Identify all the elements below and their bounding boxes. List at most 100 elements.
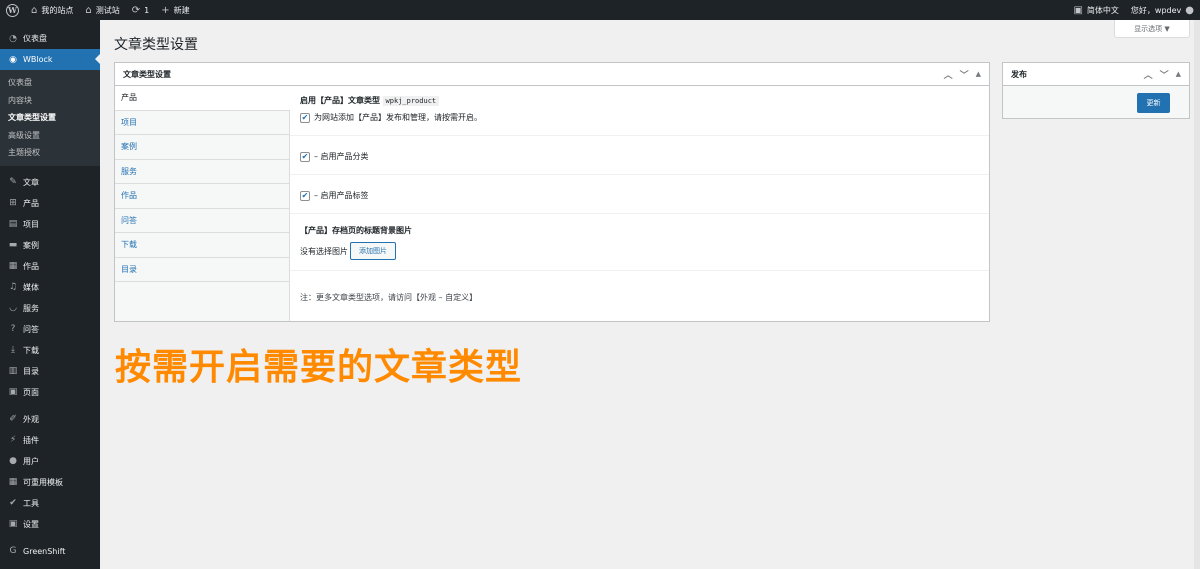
- note-row: 注：更多文章类型选项，请访问【外观 – 自定义】: [290, 271, 989, 321]
- overlay-caption: 按需开启需要的文章类型: [115, 347, 523, 388]
- post-type-tabs: 产品 项目 案例 服务 作品 问答 下载 目录: [115, 86, 290, 321]
- menu-cases[interactable]: ▬ 案例: [0, 235, 100, 256]
- tab-cases[interactable]: 案例: [115, 135, 289, 160]
- submenu-post-type-settings[interactable]: 文章类型设置: [0, 109, 100, 127]
- menu-appearance[interactable]: ✐ 外观: [0, 409, 100, 430]
- new-content-link[interactable]: + 新建: [155, 0, 195, 20]
- users-icon: ●: [9, 456, 17, 466]
- blocks-icon: ▦: [8, 477, 18, 487]
- menu-media[interactable]: ♫ 媒体: [0, 277, 100, 298]
- submenu-content-blocks[interactable]: 内容块: [0, 92, 100, 110]
- page-icon: ▣: [8, 387, 18, 397]
- media-icon: ♫: [8, 282, 18, 292]
- tab-directory[interactable]: 目录: [115, 258, 289, 282]
- enable-post-type-row: 启用【产品】文章类型 wpkj_product ✔ 为网站添加【产品】发布和管理…: [290, 86, 989, 136]
- question-icon: ?: [10, 324, 16, 334]
- tab-projects[interactable]: 项目: [115, 111, 289, 135]
- wblock-submenu: 仪表盘 内容块 文章类型设置 高级设置 主题授权: [0, 70, 100, 166]
- update-button[interactable]: 更新: [1137, 93, 1170, 113]
- brush-icon: ✐: [9, 414, 17, 424]
- submenu-dashboard[interactable]: 仪表盘: [0, 74, 100, 92]
- menu-greenshift[interactable]: G GreenShift: [0, 541, 100, 562]
- publish-box-header: 发布 ︿ ﹀ ▲: [1003, 63, 1189, 86]
- move-down-icon[interactable]: ﹀: [960, 68, 969, 81]
- menu-projects[interactable]: ▤ 项目: [0, 214, 100, 235]
- tab-faq[interactable]: 问答: [115, 209, 289, 233]
- menu-tools[interactable]: ✔ 工具: [0, 493, 100, 514]
- menu-works[interactable]: ▦ 作品: [0, 256, 100, 277]
- enable-post-type-checkbox-row[interactable]: ✔ 为网站添加【产品】发布和管理，请按需开启。: [300, 112, 482, 123]
- site-name-link[interactable]: ⌂ 我的站点: [25, 0, 79, 20]
- menu-posts[interactable]: ✎ 文章: [0, 172, 100, 193]
- wrench-icon: ✔: [9, 498, 17, 508]
- menu-faq[interactable]: ? 问答: [0, 319, 100, 340]
- main-content: 显示选项 ▼ 文章类型设置 文章类型设置 ︿ ﹀ ▲ 产品 项目 案例 服务 作…: [100, 20, 1200, 569]
- post-type-settings-box: 文章类型设置 ︿ ﹀ ▲ 产品 项目 案例 服务 作品 问答 下载 目录 启用【…: [114, 62, 990, 322]
- publish-toggle-icon[interactable]: ▲: [1176, 70, 1181, 78]
- tab-services[interactable]: 服务: [115, 160, 289, 184]
- menu-products[interactable]: ⊞ 产品: [0, 193, 100, 214]
- plus-icon: +: [161, 4, 170, 16]
- settings-box-header: 文章类型设置 ︿ ﹀ ▲: [115, 63, 989, 86]
- submenu-theme-license[interactable]: 主题授权: [0, 144, 100, 162]
- admin-sidebar: ◔ 仪表盘 ◉ WBlock 仪表盘 内容块 文章类型设置 高级设置 主题授权 ✎ 文…: [0, 20, 100, 569]
- toggle-panel-icon[interactable]: ▲: [976, 70, 981, 78]
- test-site-link[interactable]: ⌂ 测试站: [79, 0, 125, 20]
- home-icon: ⌂: [31, 4, 38, 16]
- enable-post-type-checkbox[interactable]: ✔: [300, 112, 310, 123]
- service-icon: ◡: [9, 303, 17, 313]
- publish-move-down-icon[interactable]: ﹀: [1160, 68, 1169, 81]
- menu-dashboard[interactable]: ◔ 仪表盘: [0, 28, 100, 49]
- greenshift-icon: G: [9, 546, 17, 556]
- wordpress-icon: W: [6, 3, 19, 17]
- screen-options-button[interactable]: 显示选项 ▼: [1114, 20, 1190, 38]
- publish-box: 发布 ︿ ﹀ ▲ 更新: [1002, 62, 1190, 119]
- download-icon: ⤓: [11, 345, 15, 355]
- publish-move-up-icon[interactable]: ︿: [1144, 68, 1153, 81]
- menu-wblock[interactable]: ◉ WBlock: [0, 49, 100, 70]
- add-image-button[interactable]: 添加图片: [350, 242, 396, 260]
- settings-icon: ▣: [8, 519, 18, 529]
- archive-bg-label: 【产品】存档页的标题背景图片: [300, 226, 412, 235]
- language-switcher[interactable]: ▣ 简体中文: [1067, 0, 1124, 20]
- menu-pages[interactable]: ▣ 页面: [0, 382, 100, 403]
- enable-category-checkbox-row[interactable]: ✔ – 启用产品分类: [300, 151, 369, 162]
- move-up-icon[interactable]: ︿: [944, 68, 953, 81]
- wblock-icon: ◉: [9, 54, 17, 65]
- admin-bar: W ⌂ 我的站点 ⌂ 测试站 ⟳ 1 + 新建 ▣ 简体中文 您好，wpdev ●: [0, 0, 1200, 20]
- page-scrollbar[interactable]: [1194, 20, 1200, 569]
- book-icon: ▥: [8, 366, 18, 376]
- menu-users[interactable]: ● 用户: [0, 451, 100, 472]
- submenu-advanced-settings[interactable]: 高级设置: [0, 127, 100, 145]
- settings-note: 注：更多文章类型选项，请访问【外观 – 自定义】: [300, 293, 478, 302]
- post-type-slug: wpkj_product: [382, 96, 440, 106]
- my-account[interactable]: 您好，wpdev ●: [1125, 0, 1200, 20]
- translate-icon: ▣: [1073, 4, 1083, 16]
- portfolio-icon: ▦: [8, 261, 18, 271]
- grid-icon: ⊞: [9, 198, 17, 208]
- pin-icon: ✎: [9, 177, 17, 187]
- enable-tag-checkbox[interactable]: ✔: [300, 190, 310, 201]
- tab-products[interactable]: 产品: [115, 86, 290, 111]
- no-image-text: 没有选择图片: [300, 246, 348, 256]
- enable-category-checkbox[interactable]: ✔: [300, 151, 310, 162]
- tab-downloads[interactable]: 下载: [115, 233, 289, 258]
- wp-logo-menu[interactable]: W: [0, 0, 25, 20]
- enable-tag-checkbox-row[interactable]: ✔ – 启用产品标签: [300, 190, 369, 201]
- menu-settings[interactable]: ▣ 设置: [0, 514, 100, 535]
- archive-bg-row: 【产品】存档页的标题背景图片 没有选择图片 添加图片: [290, 214, 989, 271]
- list-icon: ▤: [8, 219, 18, 229]
- menu-services[interactable]: ◡ 服务: [0, 298, 100, 319]
- tab-content: 启用【产品】文章类型 wpkj_product ✔ 为网站添加【产品】发布和管理…: [290, 86, 989, 321]
- user-icon: ●: [1185, 4, 1194, 16]
- menu-downloads[interactable]: ⤓ 下载: [0, 340, 100, 361]
- menu-plugins[interactable]: ⚡ 插件: [0, 430, 100, 451]
- menu-directory[interactable]: ▥ 目录: [0, 361, 100, 382]
- dashboard-icon: ◔: [9, 33, 17, 44]
- tab-works[interactable]: 作品: [115, 184, 289, 209]
- enable-category-row: ✔ – 启用产品分类: [290, 136, 989, 175]
- house-icon: ⌂: [85, 4, 92, 16]
- menu-reusable-blocks[interactable]: ▦ 可重用模板: [0, 472, 100, 493]
- folder-icon: ▬: [8, 240, 18, 250]
- updates-link[interactable]: ⟳ 1: [126, 0, 155, 20]
